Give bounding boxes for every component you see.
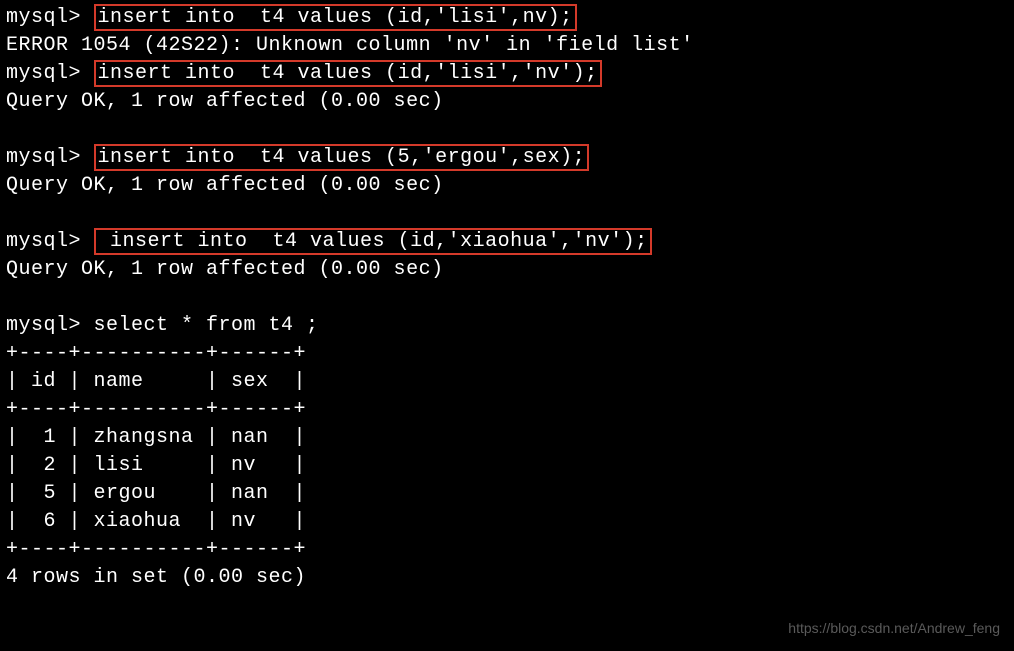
- terminal-line: | 6 | xiaohua | nv |: [6, 508, 1008, 536]
- terminal-line: mysql> insert into t4 values (id,'lisi',…: [6, 60, 1008, 88]
- highlighted-command: insert into t4 values (id,'lisi',nv);: [94, 4, 577, 31]
- terminal-line: +----+----------+------+: [6, 340, 1008, 368]
- terminal-line: [6, 200, 1008, 228]
- terminal-line: Query OK, 1 row affected (0.00 sec): [6, 256, 1008, 284]
- highlighted-command: insert into t4 values (id,'xiaohua','nv'…: [94, 228, 652, 255]
- terminal-line: +----+----------+------+: [6, 396, 1008, 424]
- terminal-line: +----+----------+------+: [6, 536, 1008, 564]
- mysql-prompt: mysql>: [6, 230, 94, 253]
- highlighted-command: insert into t4 values (5,'ergou',sex);: [94, 144, 590, 171]
- terminal-line: ERROR 1054 (42S22): Unknown column 'nv' …: [6, 32, 1008, 60]
- terminal-line: mysql> select * from t4 ;: [6, 312, 1008, 340]
- terminal-line: mysql> insert into t4 values (id,'xiaohu…: [6, 228, 1008, 256]
- terminal-output: mysql> insert into t4 values (id,'lisi',…: [6, 4, 1008, 592]
- terminal-line: 4 rows in set (0.00 sec): [6, 564, 1008, 592]
- mysql-prompt: mysql>: [6, 146, 94, 169]
- terminal-line: | id | name | sex |: [6, 368, 1008, 396]
- terminal-line: mysql> insert into t4 values (id,'lisi',…: [6, 4, 1008, 32]
- terminal-line: Query OK, 1 row affected (0.00 sec): [6, 172, 1008, 200]
- highlighted-command: insert into t4 values (id,'lisi','nv');: [94, 60, 602, 87]
- watermark-text: https://blog.csdn.net/Andrew_feng: [788, 619, 1000, 639]
- mysql-prompt: mysql>: [6, 6, 94, 29]
- terminal-line: | 5 | ergou | nan |: [6, 480, 1008, 508]
- terminal-line: mysql> insert into t4 values (5,'ergou',…: [6, 144, 1008, 172]
- terminal-line: Query OK, 1 row affected (0.00 sec): [6, 88, 1008, 116]
- mysql-prompt: mysql>: [6, 62, 94, 85]
- terminal-line: [6, 284, 1008, 312]
- terminal-line: | 1 | zhangsna | nan |: [6, 424, 1008, 452]
- terminal-line: [6, 116, 1008, 144]
- terminal-line: | 2 | lisi | nv |: [6, 452, 1008, 480]
